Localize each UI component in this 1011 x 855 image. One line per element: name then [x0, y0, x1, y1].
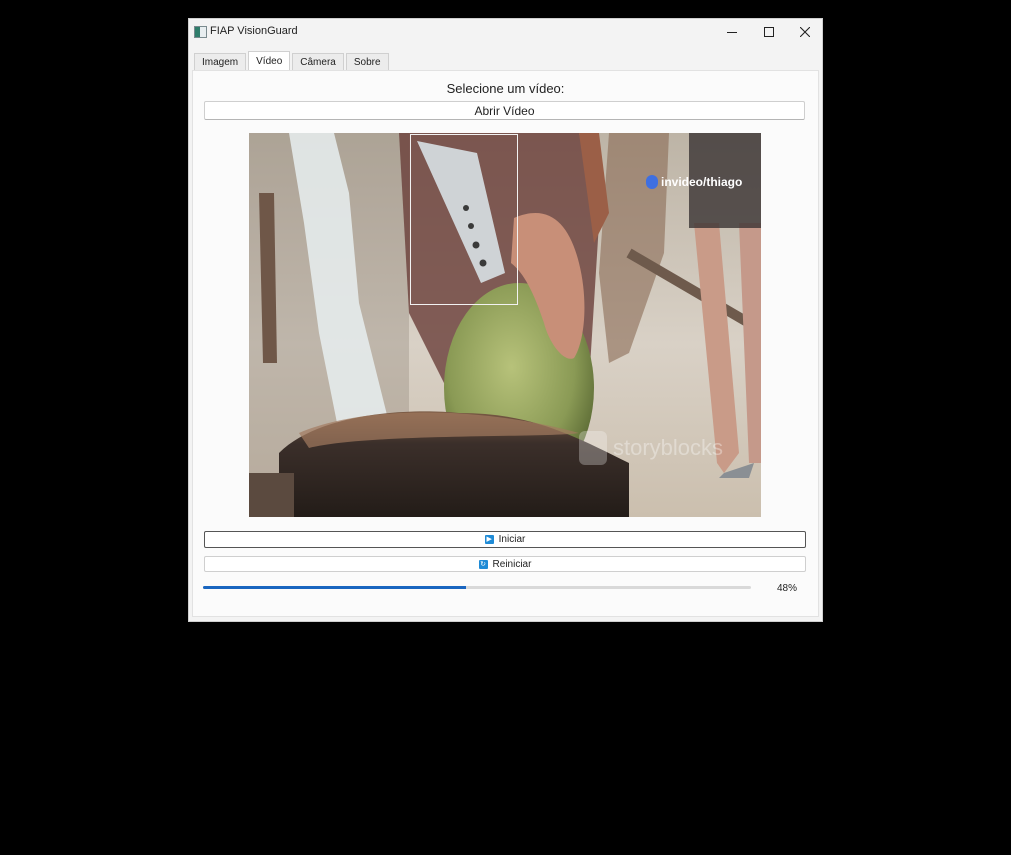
maximize-icon: [763, 27, 774, 37]
tab-sobre[interactable]: Sobre: [345, 53, 389, 70]
invideo-logo-icon: [646, 175, 658, 189]
minimize-icon: [726, 31, 737, 33]
tab-camera[interactable]: Câmera: [292, 53, 344, 70]
window-title: FIAP VisionGuard: [210, 25, 298, 37]
video-progress-bar: [203, 586, 751, 589]
tab-video[interactable]: Vídeo: [248, 51, 291, 70]
watermark-storyblocks: storyblocks: [579, 431, 723, 465]
storyblocks-logo-icon: [579, 431, 607, 465]
open-video-button[interactable]: Abrir Vídeo: [204, 101, 805, 120]
watermark-storyblocks-text: storyblocks: [613, 435, 724, 460]
video-progress-label: 48%: [777, 583, 798, 594]
restart-button-label: Reiniciar: [492, 558, 532, 570]
tab-imagem[interactable]: Imagem: [194, 53, 247, 70]
select-video-label: Selecione um vídeo:: [446, 81, 565, 96]
video-tab-panel: Selecione um vídeo: Abrir Vídeo invideo/…: [192, 70, 819, 617]
start-button-label: Iniciar: [498, 534, 526, 545]
title-bar[interactable]: FIAP VisionGuard: [188, 18, 823, 46]
video-progress-fill: [203, 586, 467, 589]
play-icon: ▶: [484, 535, 494, 544]
restart-icon: ↻: [478, 559, 488, 569]
maximize-button[interactable]: [750, 18, 787, 46]
minimize-button[interactable]: [713, 18, 750, 46]
tab-bar: Imagem Vídeo Câmera Sobre: [194, 51, 391, 71]
video-frame: invideo/thiago storyblocks: [249, 133, 761, 517]
watermark-invideo-text: invideo/thiago: [661, 175, 743, 189]
watermark-invideo: invideo/thiago: [646, 175, 742, 189]
start-button[interactable]: ▶ Iniciar: [204, 531, 806, 548]
close-button[interactable]: [786, 18, 823, 46]
restart-button[interactable]: ↻ Reiniciar: [204, 556, 806, 572]
app-window: FIAP VisionGuard Imagem Vídeo Câmera Sob…: [188, 18, 823, 622]
detection-box: [410, 134, 518, 305]
app-icon: [194, 26, 207, 38]
close-icon: [799, 27, 810, 37]
